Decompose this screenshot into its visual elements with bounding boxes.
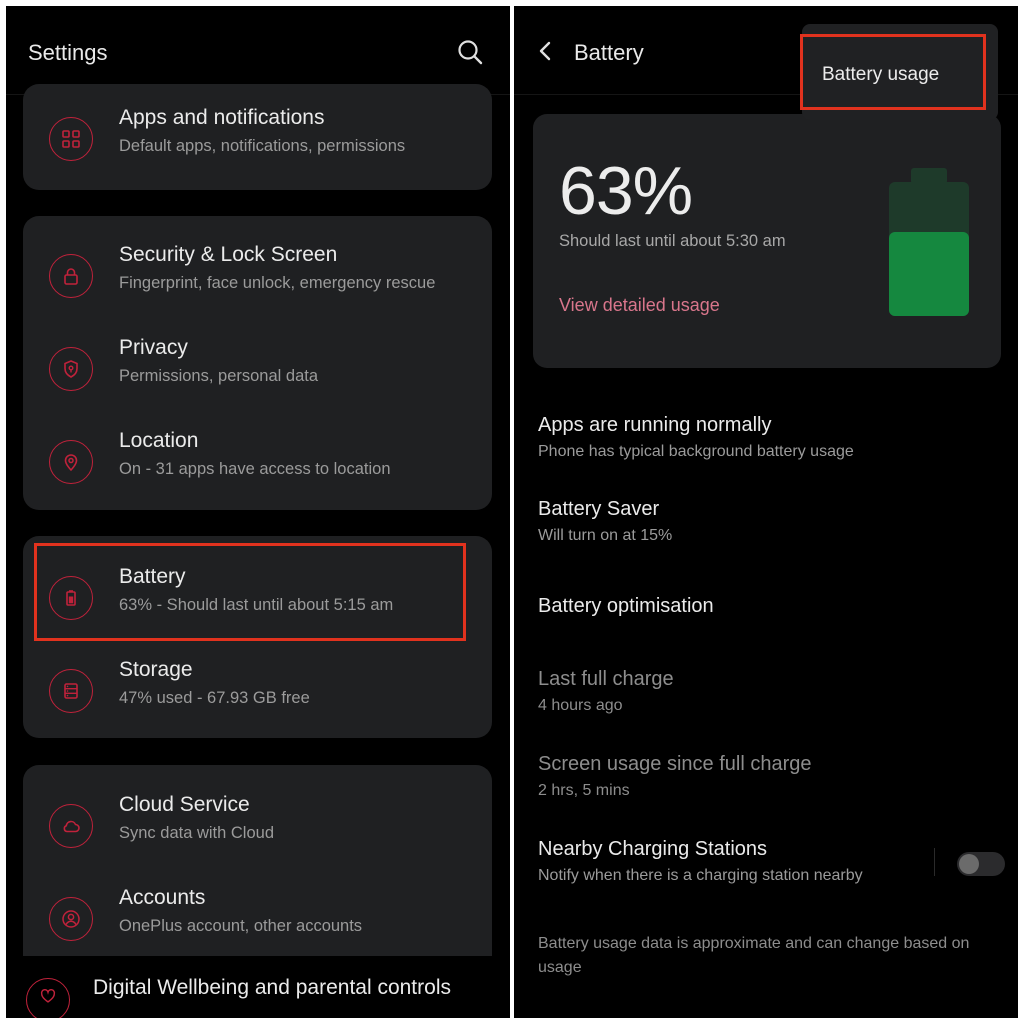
settings-item-apps[interactable]: Apps and notifications Default apps, not… bbox=[23, 102, 492, 182]
settings-item-subtitle: Fingerprint, face unlock, emergency resc… bbox=[119, 274, 436, 292]
heart-icon bbox=[26, 978, 70, 1018]
settings-item-title: Storage bbox=[119, 658, 193, 681]
settings-item-security[interactable]: Security & Lock Screen Fingerprint, face… bbox=[23, 239, 492, 319]
settings-item-subtitle: Default apps, notifications, permissions bbox=[119, 137, 406, 155]
settings-item-subtitle: 47% used - 67.93 GB free bbox=[119, 689, 310, 707]
item-title: Screen usage since full charge bbox=[538, 753, 812, 775]
battery-percent: 63% bbox=[559, 153, 693, 229]
settings-item-title: Security & Lock Screen bbox=[119, 243, 338, 266]
toggle-knob bbox=[959, 854, 979, 874]
item-subtitle: 4 hours ago bbox=[538, 697, 623, 714]
grid-icon bbox=[49, 117, 93, 161]
nearby-charging-toggle[interactable] bbox=[957, 852, 1005, 876]
settings-item-title: Accounts bbox=[119, 886, 206, 909]
settings-card: Security & Lock Screen Fingerprint, face… bbox=[23, 216, 492, 510]
battery-status-card: 63% Should last until about 5:30 am View… bbox=[533, 114, 1001, 368]
settings-item-subtitle: OnePlus account, other accounts bbox=[119, 917, 363, 935]
last-full-charge-item: Last full charge 4 hours ago bbox=[538, 668, 674, 715]
settings-item-title: Location bbox=[119, 429, 199, 452]
location-pin-icon bbox=[49, 440, 93, 484]
settings-card: Cloud Service Sync data with Cloud Accou… bbox=[23, 765, 492, 985]
settings-item-location[interactable]: Location On - 31 apps have access to loc… bbox=[23, 425, 492, 505]
item-subtitle: Phone has typical background battery usa… bbox=[538, 443, 854, 460]
item-title: Battery Saver bbox=[538, 498, 660, 520]
storage-icon bbox=[49, 669, 93, 713]
battery-level-icon bbox=[889, 168, 969, 316]
apps-running-status[interactable]: Apps are running normally Phone has typi… bbox=[538, 414, 854, 461]
item-title: Nearby Charging Stations bbox=[538, 838, 768, 860]
settings-item-title: Cloud Service bbox=[119, 793, 250, 816]
item-title: Battery optimisation bbox=[538, 595, 714, 617]
back-arrow-icon[interactable] bbox=[538, 40, 554, 62]
settings-item-title: Privacy bbox=[119, 336, 188, 359]
battery-usage-note: Battery usage data is approximate and ca… bbox=[538, 935, 970, 976]
screen-usage-item: Screen usage since full charge 2 hrs, 5 … bbox=[538, 753, 812, 800]
page-title: Settings bbox=[28, 40, 108, 65]
battery-screen: Battery 63% Should last until about 5:30… bbox=[514, 6, 1018, 1018]
settings-screen: Settings Apps and notifications Default … bbox=[6, 6, 510, 1018]
battery-saver-item[interactable]: Battery Saver Will turn on at 15% bbox=[538, 498, 672, 545]
settings-item-cloud[interactable]: Cloud Service Sync data with Cloud bbox=[23, 789, 492, 869]
settings-card: Apps and notifications Default apps, not… bbox=[23, 84, 492, 190]
item-subtitle: Notify when there is a charging station … bbox=[538, 867, 863, 884]
settings-item-subtitle: On - 31 apps have access to location bbox=[119, 460, 391, 478]
battery-optimisation-item[interactable]: Battery optimisation bbox=[538, 595, 714, 618]
settings-item-privacy[interactable]: Privacy Permissions, personal data bbox=[23, 332, 492, 412]
settings-item-subtitle: Permissions, personal data bbox=[119, 367, 319, 385]
toggle-divider bbox=[934, 848, 935, 876]
view-detailed-usage-link[interactable]: View detailed usage bbox=[559, 295, 720, 316]
settings-item-storage[interactable]: Storage 47% used - 67.93 GB free bbox=[23, 654, 492, 734]
item-subtitle: Will turn on at 15% bbox=[538, 527, 673, 544]
settings-item-accounts[interactable]: Accounts OnePlus account, other accounts bbox=[23, 882, 492, 962]
settings-item-title: Digital Wellbeing and parental controls bbox=[93, 976, 451, 999]
shield-icon bbox=[49, 347, 93, 391]
item-subtitle: 2 hrs, 5 mins bbox=[538, 782, 630, 799]
cloud-icon bbox=[49, 804, 93, 848]
settings-item-title: Apps and notifications bbox=[119, 106, 325, 129]
highlight-box bbox=[34, 543, 466, 641]
item-title: Apps are running normally bbox=[538, 414, 772, 436]
lock-icon bbox=[49, 254, 93, 298]
page-title: Battery bbox=[574, 40, 644, 65]
settings-item-wellbeing[interactable]: Digital Wellbeing and parental controls bbox=[6, 956, 510, 1018]
search-icon[interactable] bbox=[456, 38, 484, 66]
battery-estimate: Should last until about 5:30 am bbox=[559, 232, 786, 250]
account-icon bbox=[49, 897, 93, 941]
settings-item-subtitle: Sync data with Cloud bbox=[119, 824, 275, 842]
highlight-box bbox=[800, 34, 986, 110]
nearby-charging-stations-item[interactable]: Nearby Charging Stations Notify when the… bbox=[538, 838, 863, 885]
item-title: Last full charge bbox=[538, 668, 674, 690]
